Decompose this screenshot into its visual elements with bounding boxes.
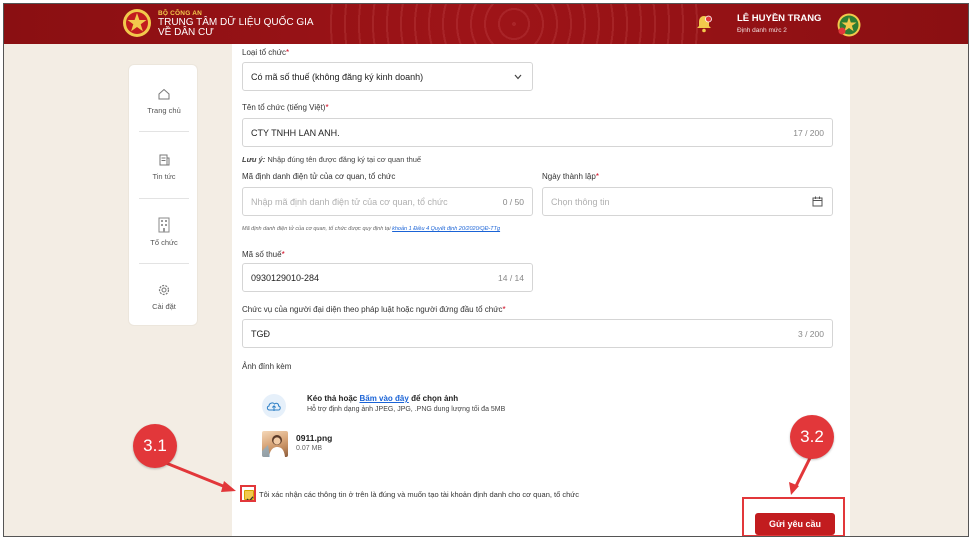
- attachment-label: Ảnh đính kèm: [242, 362, 292, 371]
- gear-icon: [158, 284, 170, 296]
- home-icon: [158, 88, 170, 100]
- upload-suffix: để chọn ảnh: [411, 394, 459, 403]
- sidebar-item-home[interactable]: Trang chủ: [129, 87, 199, 115]
- position-input[interactable]: TGĐ 3 / 200: [242, 319, 833, 348]
- org-title: BỘ CÔNG AN TRUNG TÂM DỮ LIỆU QUỐC GIA VỀ…: [158, 10, 314, 39]
- sidebar-item-label: Tổ chức: [150, 238, 178, 247]
- note-prefix: Lưu ý:: [242, 155, 266, 164]
- center-name-line2: VỀ DÂN CƯ: [158, 27, 214, 39]
- org-type-select[interactable]: Có mã số thuế (không đăng ký kinh doanh): [242, 62, 533, 91]
- news-icon: [159, 154, 170, 166]
- required-mark: *: [281, 250, 285, 259]
- founded-label: Ngày thành lập*: [542, 172, 599, 181]
- eid-hint: Mã định danh điện tử của cơ quan, tổ chứ…: [242, 226, 532, 233]
- position-label: Chức vụ của người đại diện theo pháp luậ…: [242, 305, 506, 314]
- eid-counter: 0 / 50: [502, 197, 524, 207]
- highlight-submit: [742, 497, 845, 536]
- tax-label: Mã số thuế*: [242, 250, 285, 259]
- confirm-label[interactable]: Tôi xác nhận các thông tin ở trên là đún…: [259, 490, 579, 499]
- note-text: Nhập đúng tên được đăng ký tại cơ quan t…: [267, 155, 422, 164]
- sidebar-divider: [139, 131, 189, 132]
- photo-thumbnail: [262, 435, 285, 457]
- label-text: Loại tổ chức: [242, 48, 287, 57]
- sidebar-item-label: Trang chủ: [147, 106, 181, 115]
- chevron-down-icon: [514, 74, 522, 80]
- user-info[interactable]: LÊ HUYỀN TRANG Định danh mức 2: [737, 13, 821, 34]
- label-text: Chức vụ của người đại diện theo pháp luậ…: [242, 305, 503, 314]
- required-mark: *: [286, 48, 290, 57]
- sidebar-divider: [139, 263, 189, 264]
- org-name-input[interactable]: CTY TNHH LAN ANH. 17 / 200: [242, 118, 833, 147]
- eid-label: Mã định danh điện tử của cơ quan, tổ chứ…: [242, 172, 396, 181]
- browse-link[interactable]: Bấm vào đây: [359, 394, 408, 403]
- founded-placeholder: Chọn thông tin: [551, 197, 610, 207]
- attachment-filename: 0911.png: [296, 433, 333, 443]
- label-text: Tên tổ chức (tiếng Việt): [242, 103, 326, 112]
- notification-bell-icon[interactable]: [694, 14, 714, 34]
- upload-instruction: Kéo thả hoặc Bấm vào đây để chọn ảnh: [307, 394, 458, 403]
- police-emblem-icon: [123, 9, 151, 37]
- user-level: Định danh mức 2: [737, 27, 787, 34]
- cloud-upload-icon: [266, 402, 281, 411]
- position-counter: 3 / 200: [798, 329, 824, 339]
- label-text: Ngày thành lập: [542, 172, 596, 181]
- sidebar-item-settings[interactable]: Cài đặt: [129, 283, 199, 311]
- hint-text: Mã định danh điện tử của cơ quan, tổ chứ…: [242, 226, 391, 232]
- upload-format-hint: Hỗ trợ định dạng ảnh JPEG, JPG, .PNG dun…: [307, 406, 506, 413]
- label-text: Mã số thuế: [242, 250, 282, 259]
- required-mark: *: [502, 305, 506, 314]
- sidebar-item-label: Cài đặt: [152, 302, 176, 311]
- position-value: TGĐ: [251, 329, 270, 339]
- name-note: Lưu ý: Nhập đúng tên được đăng ký tại cơ…: [242, 155, 421, 164]
- org-name-counter: 17 / 200: [793, 128, 824, 138]
- eid-input[interactable]: Nhập mã định danh điện tử của cơ quan, t…: [242, 187, 533, 216]
- callout-3-1: 3.1: [133, 424, 177, 468]
- sidebar-item-label: Tin tức: [152, 172, 176, 181]
- upload-dropzone[interactable]: [262, 394, 286, 418]
- org-name-label: Tên tổ chức (tiếng Việt)*: [242, 103, 329, 112]
- tax-code-input[interactable]: 0930129010-284 14 / 14: [242, 263, 533, 292]
- tax-code-value: 0930129010-284: [251, 273, 320, 283]
- sidebar: Trang chủ Tin tức Tổ chức Cài đặt: [128, 64, 198, 326]
- building-icon: [158, 217, 170, 233]
- callout-3-2: 3.2: [790, 415, 834, 459]
- required-mark: *: [325, 103, 329, 112]
- sidebar-item-news[interactable]: Tin tức: [129, 153, 199, 181]
- user-name: LÊ HUYỀN TRANG: [737, 13, 822, 24]
- sidebar-item-organization[interactable]: Tổ chức: [129, 217, 199, 247]
- regulation-link[interactable]: khoản 1 Điều 4 Quyết định 20/2020/QĐ-TTg: [392, 226, 500, 232]
- user-avatar-icon[interactable]: [837, 13, 861, 37]
- header-pattern: [324, 4, 704, 44]
- attachment-filesize: 0.07 MB: [296, 445, 323, 452]
- upload-prefix: Kéo thả hoặc: [307, 394, 358, 403]
- sidebar-divider: [139, 198, 189, 199]
- calendar-icon: [812, 196, 823, 207]
- required-mark: *: [595, 172, 599, 181]
- eid-placeholder: Nhập mã định danh điện tử của cơ quan, t…: [251, 197, 448, 207]
- org-type-value: Có mã số thuế (không đăng ký kinh doanh): [251, 72, 424, 82]
- header-bar: BỘ CÔNG AN TRUNG TÂM DỮ LIỆU QUỐC GIA VỀ…: [4, 4, 968, 44]
- org-name-value: CTY TNHH LAN ANH.: [251, 128, 340, 138]
- tax-code-counter: 14 / 14: [498, 273, 524, 283]
- founded-date-picker[interactable]: Chọn thông tin: [542, 187, 833, 216]
- org-type-label: Loại tổ chức*: [242, 48, 289, 57]
- highlight-checkbox: [240, 485, 256, 502]
- attachment-thumbnail[interactable]: [262, 431, 288, 457]
